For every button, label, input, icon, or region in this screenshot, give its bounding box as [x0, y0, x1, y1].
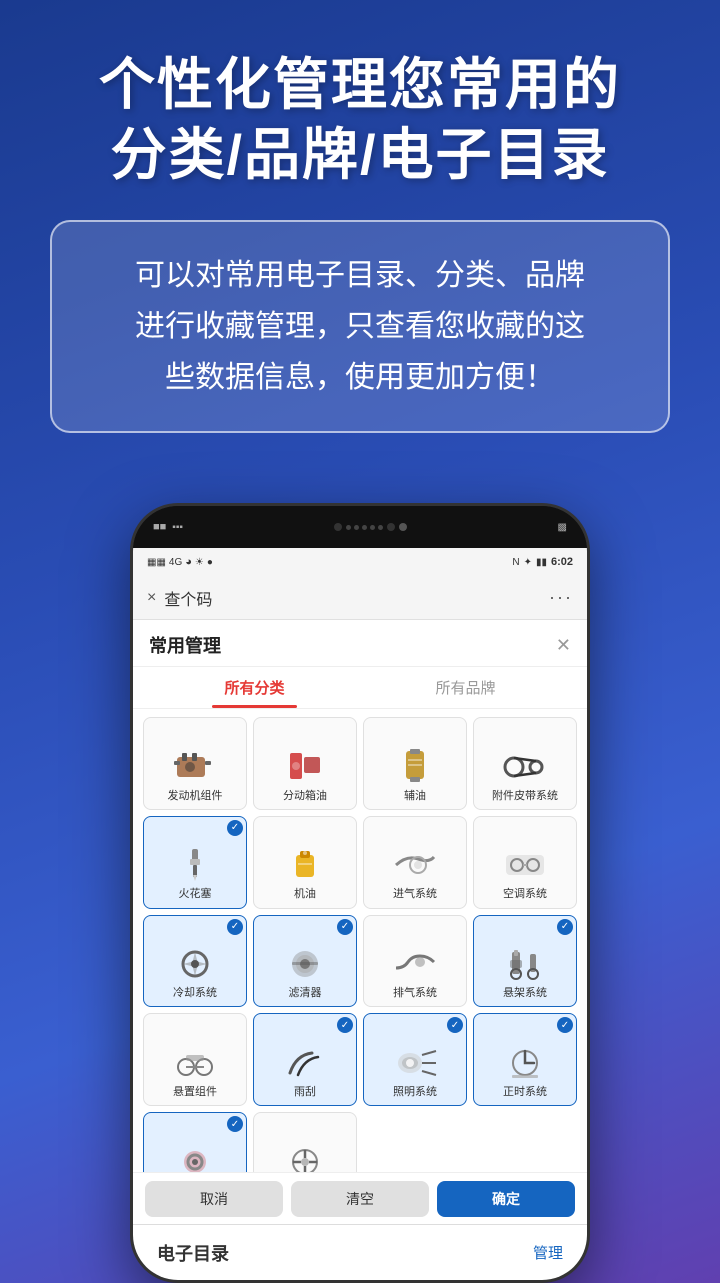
- cancel-button[interactable]: 取消: [145, 1181, 283, 1217]
- modal-title: 常用管理: [149, 632, 221, 658]
- exhaust-label: 排气系统: [393, 986, 437, 1000]
- check-badge-brake: ✓: [227, 1116, 243, 1132]
- grid-item-lighting[interactable]: ✓ 照明系统: [363, 1013, 467, 1106]
- intake-label: 进气系统: [393, 887, 437, 901]
- cooling-label: 冷却系统: [173, 986, 217, 1000]
- belt-label: 附件皮带系统: [492, 789, 558, 803]
- aux-label: 辅油: [404, 789, 426, 803]
- more-menu-icon[interactable]: ···: [549, 587, 573, 608]
- grid-item-chassis[interactable]: 悬置组件: [143, 1013, 247, 1106]
- spark-label: 火花塞: [179, 887, 212, 901]
- app-header: × 查个码 ···: [133, 576, 587, 620]
- ac-label: 空调系统: [503, 887, 547, 901]
- subtitle-text: 可以对常用电子目录、分类、品牌 进行收藏管理，只查看您收藏的这 些数据信息，使用…: [82, 250, 638, 403]
- grid-item-gearbox[interactable]: 分动箱油: [253, 717, 357, 810]
- oil-label: 机油: [294, 887, 316, 901]
- phone-notch: ■■ ▪▪▪ ▩: [133, 506, 587, 548]
- check-badge-spark: ✓: [227, 820, 243, 836]
- grid-item-wipers[interactable]: ✓ 雨刮: [253, 1013, 357, 1106]
- modal-header: 常用管理 ✕: [133, 620, 587, 667]
- check-badge-lighting: ✓: [447, 1017, 463, 1033]
- grid-item-aux[interactable]: 辅油: [363, 717, 467, 810]
- status-left: ▦▦ 4G ◕ ☀ ●: [147, 556, 213, 568]
- grid-item-spark[interactable]: ✓ 火花塞: [143, 816, 247, 909]
- check-badge-wipers: ✓: [337, 1017, 353, 1033]
- chassis-label: 悬置组件: [173, 1085, 217, 1099]
- suspension-label: 悬架系统: [503, 986, 547, 1000]
- modal-close-icon[interactable]: ✕: [556, 635, 571, 656]
- confirm-button[interactable]: 确定: [437, 1181, 575, 1217]
- app-header-left: × 查个码: [147, 586, 212, 610]
- status-right: N ✦ ▮▮ 6:02: [512, 556, 573, 568]
- wifi-icon: ◕: [185, 556, 192, 568]
- grid-item-engine[interactable]: 发动机组件: [143, 717, 247, 810]
- check-badge-timing: ✓: [557, 1017, 573, 1033]
- grid-item-oil[interactable]: 机油: [253, 816, 357, 909]
- clear-button[interactable]: 清空: [291, 1181, 429, 1217]
- grid-item-filter[interactable]: ✓ 滤清器: [253, 915, 357, 1008]
- grid-item-cooling[interactable]: ✓ 冷却系统: [143, 915, 247, 1008]
- tab-all-brands[interactable]: 所有品牌: [360, 667, 571, 708]
- tab-all-categories[interactable]: 所有分类: [149, 667, 360, 708]
- grid-item-intake[interactable]: 进气系统: [363, 816, 467, 909]
- back-close-icon[interactable]: ×: [147, 589, 156, 607]
- signal-icon: ▦▦: [147, 557, 166, 568]
- wipers-label: 雨刮: [294, 1085, 316, 1099]
- tabs-row: 所有分类 所有品牌: [133, 667, 587, 709]
- nfc-icon: N: [512, 557, 519, 568]
- timing-label: 正时系统: [503, 1085, 547, 1099]
- network-type: 4G: [169, 557, 182, 568]
- grid-item-exhaust[interactable]: 排气系统: [363, 915, 467, 1008]
- gearbox-label: 分动箱油: [283, 789, 327, 803]
- lighting-label: 照明系统: [393, 1085, 437, 1099]
- bluetooth-icon: ✦: [524, 557, 532, 568]
- phone-wrapper: ■■ ▪▪▪ ▩ ▦▦ 4G ◕ ☀ ●: [0, 503, 720, 1283]
- subtitle-box: 可以对常用电子目录、分类、品牌 进行收藏管理，只查看您收藏的这 些数据信息，使用…: [50, 220, 670, 433]
- bottom-manage-button[interactable]: 管理: [533, 1242, 563, 1263]
- main-title: 个性化管理您常用的分类/品牌/电子目录: [40, 50, 680, 190]
- top-section: 个性化管理您常用的分类/品牌/电子目录 可以对常用电子目录、分类、品牌 进行收藏…: [0, 0, 720, 493]
- parts-grid: 发动机组件 分动箱油: [133, 709, 587, 1213]
- app-title: 查个码: [164, 586, 212, 610]
- notch-center: [334, 523, 407, 531]
- grid-item-ac[interactable]: 空调系统: [473, 816, 577, 909]
- phone-mockup: ■■ ▪▪▪ ▩ ▦▦ 4G ◕ ☀ ●: [130, 503, 590, 1283]
- notch-right: ▩: [558, 522, 567, 533]
- status-bar: ▦▦ 4G ◕ ☀ ● N ✦ ▮▮ 6:02: [133, 548, 587, 576]
- grid-item-timing[interactable]: ✓ 正时系统: [473, 1013, 577, 1106]
- content-area: 常用管理 ✕ 所有分类 所有品牌: [133, 620, 587, 1224]
- grid-item-belt[interactable]: 附件皮带系统: [473, 717, 577, 810]
- battery-icon: ▮▮: [536, 557, 547, 568]
- notch-left: ■■ ▪▪▪: [153, 521, 183, 533]
- action-bar: 取消 清空 确定: [133, 1172, 587, 1224]
- grid-item-suspension[interactable]: ✓ 悬架系统: [473, 915, 577, 1008]
- bottom-navigation-bar: 电子目录 管理: [133, 1224, 587, 1280]
- time: 6:02: [551, 556, 573, 568]
- check-badge-cooling: ✓: [227, 919, 243, 935]
- check-badge-filter: ✓: [337, 919, 353, 935]
- engine-label: 发动机组件: [168, 789, 223, 803]
- bottom-catalog-label: 电子目录: [157, 1240, 229, 1266]
- check-badge-suspension: ✓: [557, 919, 573, 935]
- filter-label: 滤清器: [289, 986, 322, 1000]
